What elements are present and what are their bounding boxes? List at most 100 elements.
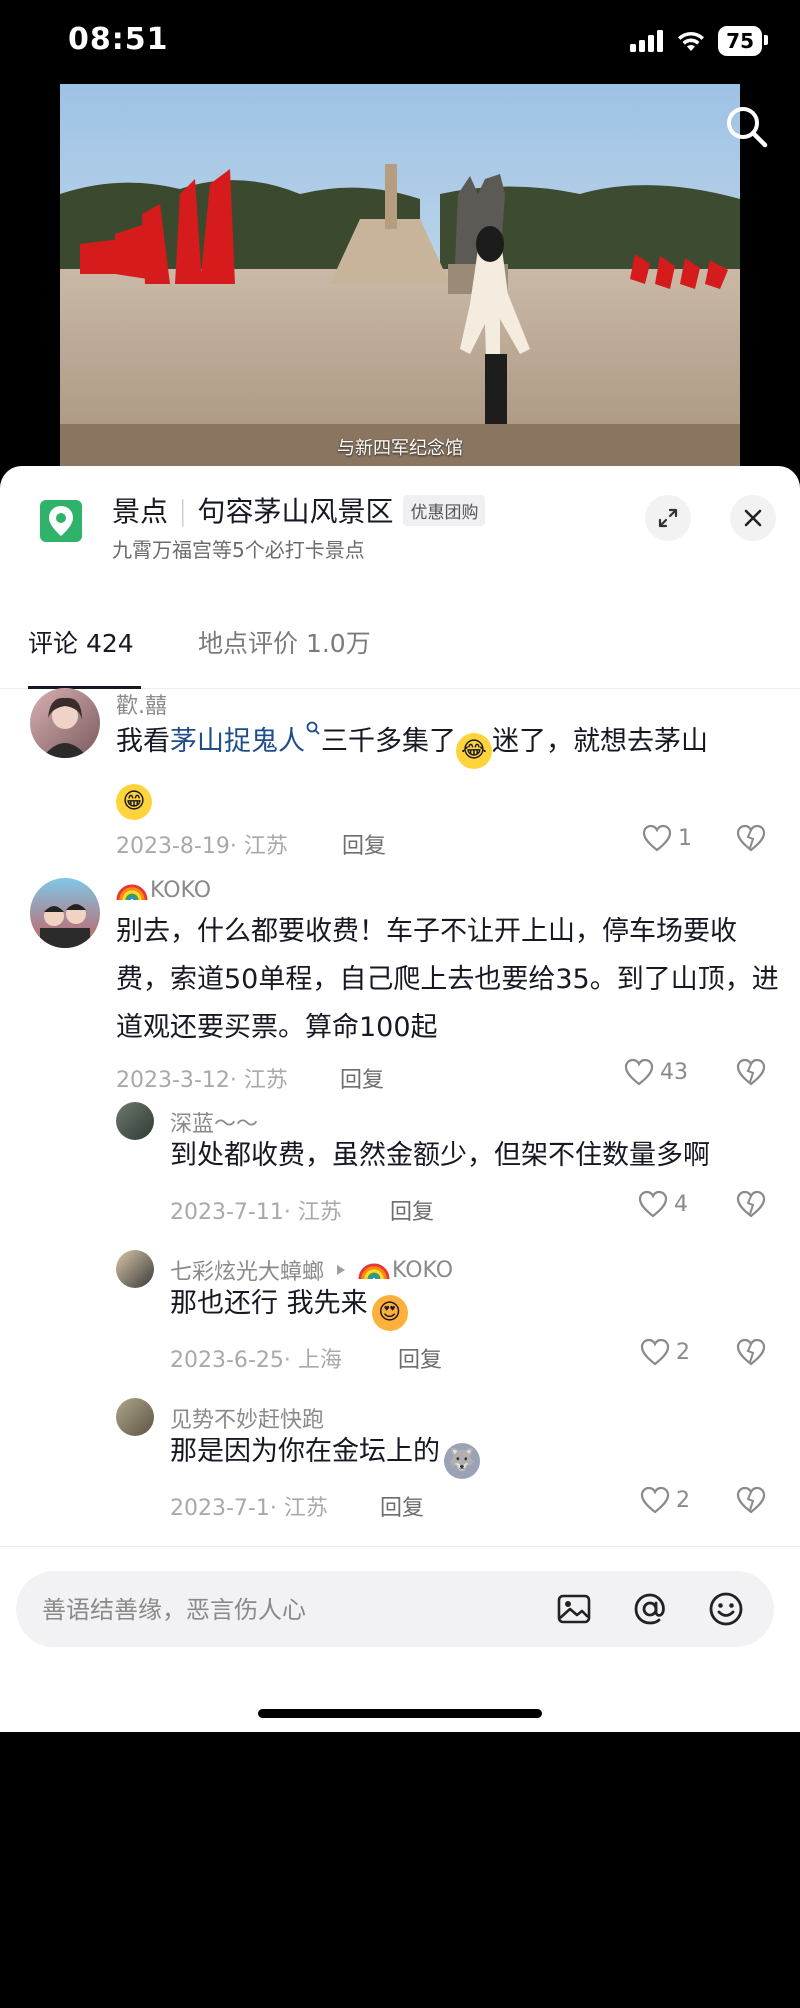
search-icon[interactable] xyxy=(305,720,321,738)
smile-icon xyxy=(709,1592,743,1626)
reply-button[interactable]: 回复 xyxy=(340,1062,384,1094)
avatar[interactable] xyxy=(116,1250,154,1288)
at-icon xyxy=(634,1593,665,1625)
image-button[interactable] xyxy=(552,1587,596,1631)
dog-emoji-icon: 🐺 xyxy=(444,1443,480,1479)
like-count: 1 xyxy=(678,825,692,851)
expand-icon xyxy=(658,508,678,528)
comment-text: 我看茅山捉鬼人 三千多集了 😂 迷了，就想去茅山 😁 xyxy=(116,718,776,820)
comment-text-prefix: 我看 xyxy=(116,726,170,757)
comment-date-location: 2023-3-12· 江苏 xyxy=(116,1068,288,1093)
tab-comments[interactable]: 评论 424 xyxy=(28,624,134,660)
reply-to-username[interactable]: KOKO xyxy=(392,1258,453,1283)
like-count: 2 xyxy=(676,1487,690,1513)
like-count: 2 xyxy=(676,1339,690,1365)
comment-username[interactable]: 歡.囍 xyxy=(116,688,167,720)
reply-button[interactable]: 回复 xyxy=(342,828,386,860)
avatar[interactable] xyxy=(30,878,100,948)
video-subtitle: 与新四军纪念馆 xyxy=(337,438,463,459)
emoji-button[interactable] xyxy=(704,1587,748,1631)
close-icon xyxy=(744,509,762,527)
reply-text: 那也还行 我先来 😍 xyxy=(170,1280,770,1331)
broken-heart-icon xyxy=(736,824,766,852)
like-button[interactable]: 2 xyxy=(640,1486,690,1514)
deal-badge[interactable]: 优惠团购 xyxy=(403,494,486,526)
rainbow-icon xyxy=(116,884,148,900)
reply-date-location: 2023-6-25· 上海 xyxy=(170,1348,342,1373)
rofl-emoji-icon: 😂 xyxy=(456,733,492,769)
reply-date-location: 2023-7-11· 江苏 xyxy=(170,1200,342,1225)
expand-button[interactable] xyxy=(645,495,691,541)
status-time: 08:51 xyxy=(68,22,169,57)
tab-place-reviews[interactable]: 地点评价 1.0万 xyxy=(198,624,371,660)
broken-heart-icon xyxy=(736,1190,766,1218)
status-bar: 08:51 75 xyxy=(0,0,800,84)
video-player[interactable]: 与新四军纪念馆 xyxy=(60,84,740,466)
wifi-icon xyxy=(678,31,705,51)
avatar[interactable] xyxy=(116,1398,154,1436)
mention-button[interactable] xyxy=(628,1587,672,1631)
reply-text-body: 那是因为你在金坛上的 xyxy=(170,1436,440,1467)
reply-text-body: 那也还行 我先来 xyxy=(170,1288,368,1319)
close-button[interactable] xyxy=(730,495,776,541)
comment-text-suffix: 三千多集了 xyxy=(321,726,456,757)
reply-button[interactable]: 回复 xyxy=(390,1194,434,1226)
battery-indicator: 75 xyxy=(718,26,768,56)
title-separator: | xyxy=(178,493,188,527)
search-button[interactable] xyxy=(720,100,774,154)
signal-icon xyxy=(630,30,664,52)
dislike-button[interactable] xyxy=(736,1486,766,1518)
dislike-button[interactable] xyxy=(736,824,766,856)
comment-input-container[interactable] xyxy=(16,1571,774,1649)
broken-heart-icon xyxy=(736,1486,766,1514)
heart-eyes-emoji-icon: 😍 xyxy=(371,1295,408,1331)
comment-input-bar xyxy=(0,1546,800,1732)
reply-date-location: 2023-7-1· 江苏 xyxy=(170,1496,328,1521)
dislike-button[interactable] xyxy=(736,1190,766,1222)
comment-date-location: 2023-8-19· 江苏 xyxy=(116,834,288,859)
rainbow-icon xyxy=(358,1263,390,1280)
like-button[interactable]: 1 xyxy=(642,824,692,852)
reply-button[interactable]: 回复 xyxy=(380,1490,424,1522)
like-count: 4 xyxy=(674,1191,688,1217)
reply-button[interactable]: 回复 xyxy=(398,1342,442,1374)
comment-text: 别去，什么都要收费！车子不让开上山，停车场要收费，索道50单程，自己爬上去也要给… xyxy=(116,916,779,1043)
place-subtitle: 九霄万福宫等5个必打卡景点 xyxy=(112,538,365,562)
reply-arrow-icon xyxy=(337,1265,346,1275)
dislike-button[interactable] xyxy=(736,1338,766,1370)
grin-emoji-icon: 😁 xyxy=(116,784,152,820)
heart-icon xyxy=(640,1486,670,1514)
place-title[interactable]: 景点 | 句容茅山风景区 优惠团购 xyxy=(112,490,486,530)
heart-icon xyxy=(624,1058,654,1086)
like-button[interactable]: 2 xyxy=(640,1338,690,1366)
comment-list[interactable]: 歡.囍 我看茅山捉鬼人 三千多集了 😂 迷了，就想去茅山 😁 2023-8-19· 江… xyxy=(0,688,800,2008)
reply-text: 那是因为你在金坛上的 🐺 xyxy=(170,1428,770,1479)
like-button[interactable]: 43 xyxy=(624,1058,688,1086)
like-button[interactable]: 4 xyxy=(638,1190,688,1218)
place-category: 景点 xyxy=(112,495,169,528)
heart-icon xyxy=(638,1190,668,1218)
video-frame-image xyxy=(60,84,740,466)
search-icon xyxy=(727,107,768,148)
broken-heart-icon xyxy=(736,1058,766,1086)
dislike-button[interactable] xyxy=(736,1058,766,1090)
location-icon xyxy=(40,500,82,542)
comment-text-after-emoji: 迷了，就想去茅山 xyxy=(492,726,708,757)
tab-bar: 评论 424 地点评价 1.0万 xyxy=(0,596,800,689)
image-icon xyxy=(557,1594,591,1624)
comment-input[interactable] xyxy=(40,1571,504,1649)
broken-heart-icon xyxy=(736,1338,766,1366)
like-count: 43 xyxy=(660,1059,688,1085)
comment-username[interactable]: KOKO xyxy=(116,878,211,903)
heart-icon xyxy=(640,1338,670,1366)
reply-text: 到处都收费，虽然金额少，但架不住数量多啊 xyxy=(170,1140,710,1171)
status-icons: 75 xyxy=(630,26,768,56)
username-text: KOKO xyxy=(150,878,212,903)
hashtag-link[interactable]: 茅山捉鬼人 xyxy=(170,726,305,757)
comments-sheet: 景点 | 句容茅山风景区 优惠团购 九霄万福宫等5个必打卡景点 评论 424 地… xyxy=(0,466,800,1731)
heart-icon xyxy=(642,824,672,852)
place-name: 句容茅山风景区 xyxy=(197,495,394,528)
avatar[interactable] xyxy=(116,1102,154,1140)
avatar[interactable] xyxy=(30,688,100,758)
home-indicator[interactable] xyxy=(258,1709,542,1718)
